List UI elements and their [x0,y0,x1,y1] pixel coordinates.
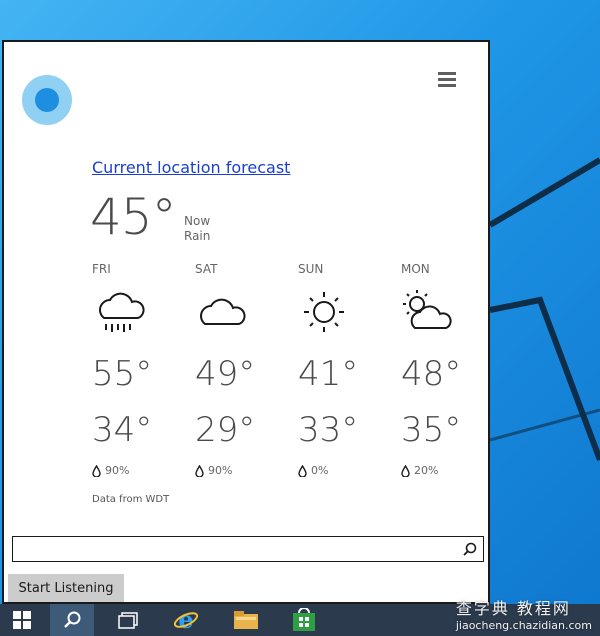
store-icon [293,608,315,631]
high-temp: 48° [401,354,462,394]
low-temp: 33° [298,410,359,450]
raindrop-icon [298,464,307,477]
high-temp: 41° [298,354,359,394]
search-icon[interactable] [463,542,477,556]
internet-explorer-button[interactable]: e [164,604,208,636]
file-explorer-icon [234,611,258,629]
internet-explorer-icon: e [173,607,199,633]
start-button[interactable] [0,604,44,636]
cloud-icon [200,298,246,325]
now-label: Now [184,214,211,228]
partly-cloudy-icon [403,290,452,329]
precipitation: 90% [92,464,182,477]
low-temp: 35° [401,410,462,450]
forecast-day-fri[interactable]: FRI 55° 34° 90% [92,262,182,477]
precipitation: 20% [401,464,491,477]
hamburger-menu-icon[interactable] [438,72,456,88]
high-temp: 55° [92,354,153,394]
precip-value: 90% [105,464,130,477]
precip-value: 90% [208,464,233,477]
start-listening-button[interactable]: Start Listening [8,574,124,602]
start-icon [13,611,31,629]
precipitation: 90% [195,464,285,477]
raindrop-icon [195,464,204,477]
store-button[interactable] [282,604,326,636]
current-temperature: 45° [90,188,177,246]
forecast-day-sun[interactable]: SUN 41° 33° 0% [298,262,388,477]
cortana-panel: Current location forecast 45° Now Rain F… [2,40,490,604]
day-name: FRI [92,262,111,276]
sun-icon [304,292,344,332]
cortana-logo-icon [22,75,72,125]
forecast-day-sat[interactable]: SAT 49° 29° 90% [195,262,285,477]
precip-value: 20% [414,464,439,477]
precipitation: 0% [298,464,388,477]
task-view-icon [118,612,138,629]
day-name: SUN [298,262,324,276]
svg-text:e: e [178,607,193,633]
raindrop-icon [92,464,101,477]
raindrop-icon [401,464,410,477]
task-view-button[interactable] [106,604,150,636]
watermark-title: 查字典 教程网 [455,599,571,618]
current-conditions: Now Rain [184,214,210,244]
forecast-day-mon[interactable]: MON 48° 35° 20% [401,262,491,477]
precip-value: 0% [311,464,329,477]
watermark-url: jiaocheng.chazidian.com [455,619,592,632]
day-name: MON [401,262,430,276]
day-name: SAT [195,262,218,276]
search-input[interactable] [12,536,484,562]
file-explorer-button[interactable] [224,604,268,636]
rain-cloud-icon [99,292,145,332]
data-source-label: Data from WDT [92,494,170,505]
site-watermark: 查字典 教程网 jiaocheng.chazidian.com [456,595,592,632]
low-temp: 29° [195,410,256,450]
high-temp: 49° [195,354,256,394]
condition-label: Rain [184,229,211,243]
current-location-forecast-link[interactable]: Current location forecast [92,158,290,177]
low-temp: 34° [92,410,153,450]
search-icon [64,611,81,628]
taskbar-search-button[interactable] [50,604,94,636]
